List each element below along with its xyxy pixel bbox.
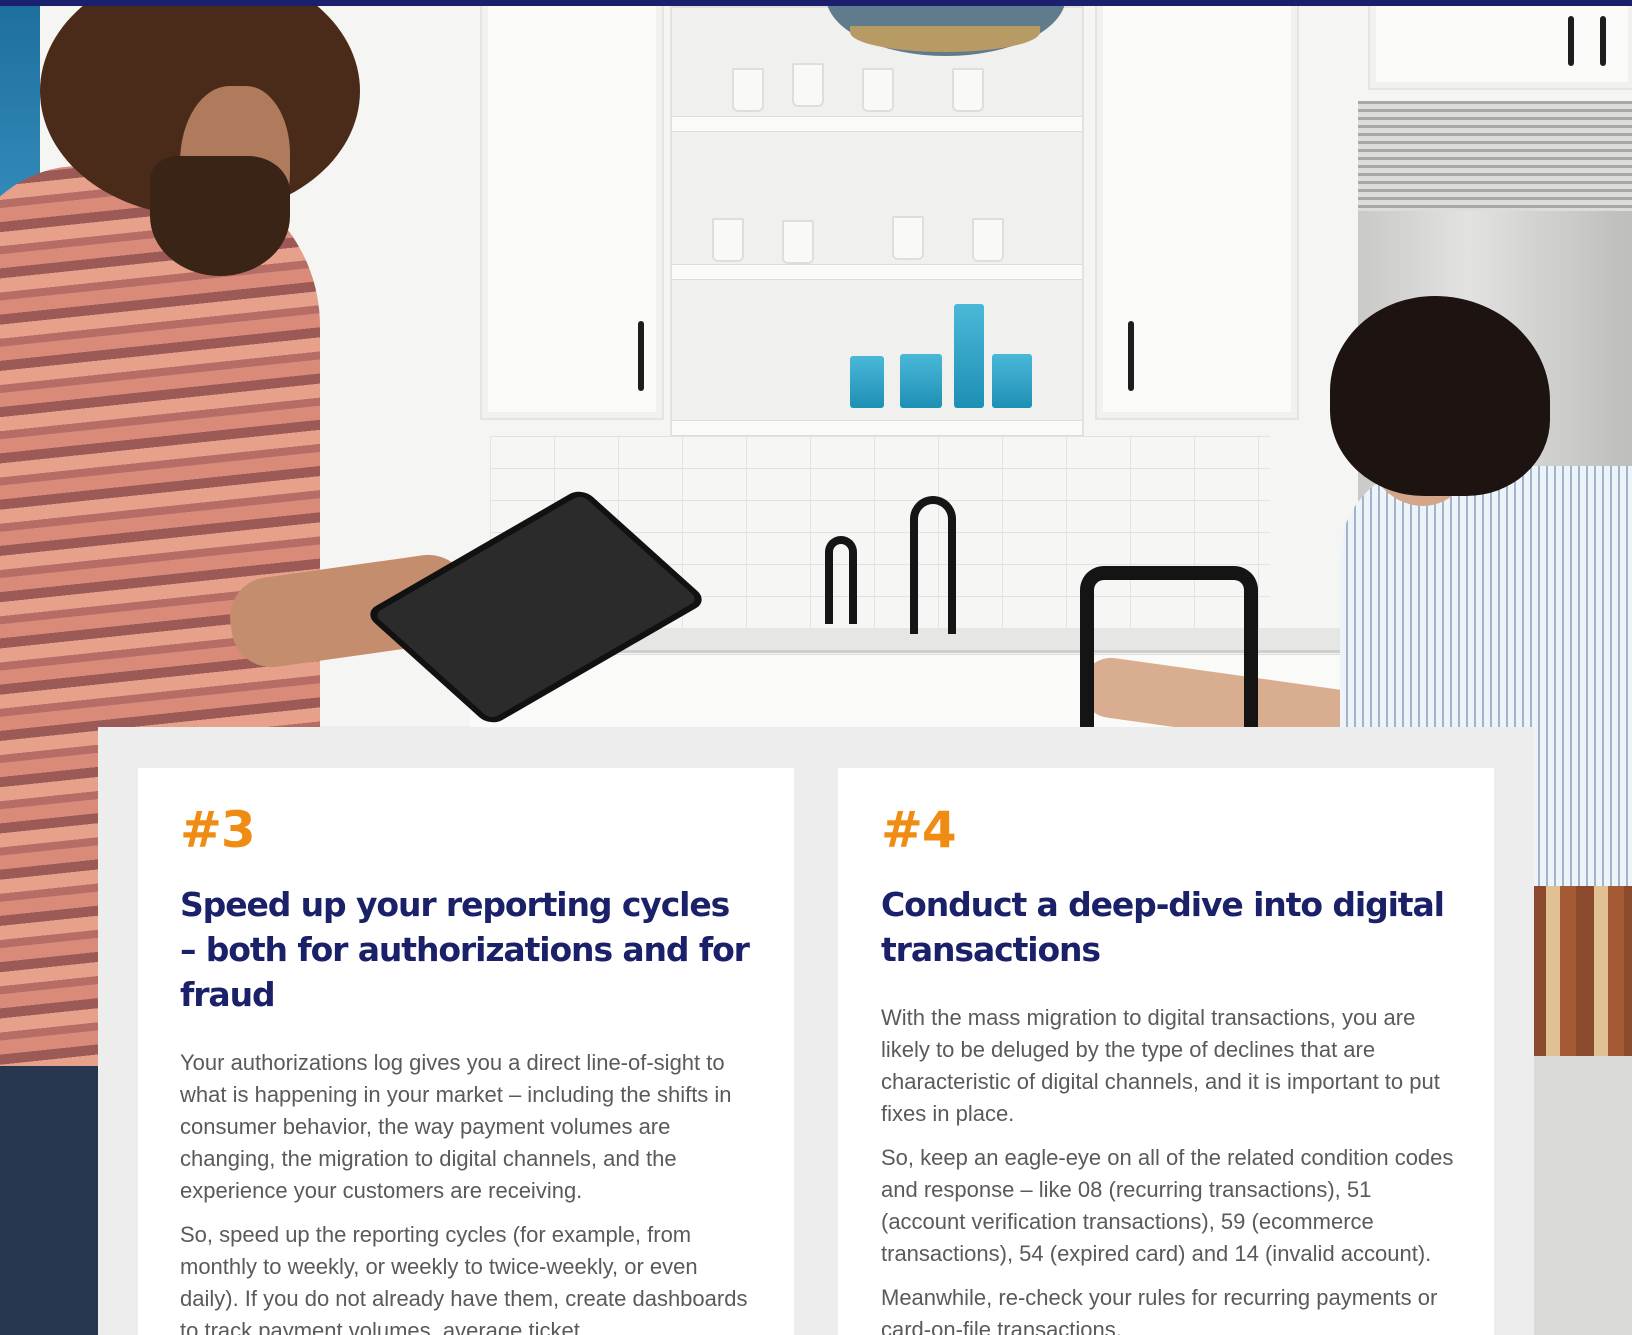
glass xyxy=(782,220,814,264)
shelf xyxy=(672,420,1082,436)
cabinet-handle xyxy=(1128,321,1134,391)
faucet-small xyxy=(825,536,857,624)
tip-number: #3 xyxy=(180,801,256,859)
blue-bottle xyxy=(954,304,984,408)
tip-paragraph: So, speed up the reporting cycles (for e… xyxy=(180,1222,748,1335)
upper-cabinet-far-right xyxy=(1368,6,1632,90)
upper-cabinet-right xyxy=(1095,6,1299,420)
tip-paragraph: With the mass migration to digital trans… xyxy=(881,1005,1440,1126)
blue-glass xyxy=(850,356,884,408)
shelf xyxy=(672,116,1082,132)
upper-cabinet-left xyxy=(480,6,664,420)
tip-number: #4 xyxy=(881,801,957,859)
refrigerator-vent xyxy=(1358,101,1632,211)
glass xyxy=(792,63,824,107)
blue-glass xyxy=(900,354,942,408)
tip-paragraph: Meanwhile, re-check your rules for recur… xyxy=(881,1285,1438,1335)
glass xyxy=(972,218,1004,262)
shelf xyxy=(672,264,1082,280)
glass xyxy=(892,216,924,260)
cabinet-handle xyxy=(638,321,644,391)
open-shelving xyxy=(670,6,1084,440)
tip-paragraph: So, keep an eagle-eye on all of the rela… xyxy=(881,1145,1454,1266)
cabinet-handle xyxy=(1600,16,1606,66)
glass xyxy=(732,68,764,112)
tip-heading: Speed up your reporting cycles – both fo… xyxy=(180,885,750,1014)
tip-paragraph: Your authorizations log gives you a dire… xyxy=(180,1050,732,1203)
cabinet-handle xyxy=(1568,16,1574,66)
sink-faucet xyxy=(1080,566,1258,740)
faucet xyxy=(910,496,956,634)
glass xyxy=(712,218,744,262)
glass xyxy=(862,68,894,112)
tip-card-3: #3 Speed up your reporting cycles – both… xyxy=(138,768,794,1335)
glass xyxy=(952,68,984,112)
blue-glass xyxy=(992,354,1032,408)
tip-card-4: #4 Conduct a deep-dive into digital tran… xyxy=(838,768,1494,1335)
tip-heading: Conduct a deep-dive into digital transac… xyxy=(881,885,1445,969)
man-beard xyxy=(150,156,290,276)
